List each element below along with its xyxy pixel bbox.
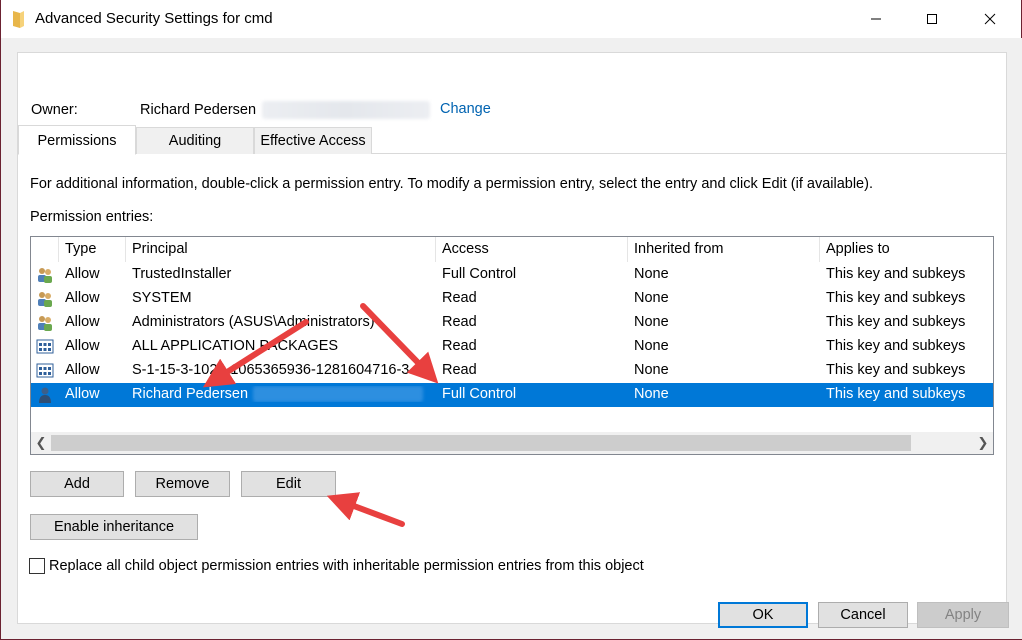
- close-icon: [984, 13, 996, 25]
- security-settings-window: Advanced Security Settings for cmd Owner…: [0, 0, 1022, 640]
- app-package-icon: [36, 363, 54, 378]
- access-cell: Full Control: [442, 386, 517, 402]
- user-icon: [39, 387, 51, 403]
- redacted-email: [253, 386, 424, 403]
- principal-cell: SYSTEM: [132, 290, 192, 306]
- replace-child-permissions-option[interactable]: Replace all child object permission entr…: [29, 558, 644, 574]
- access-cell: Read: [442, 338, 477, 354]
- dialog-content: Owner: Richard Pedersen Change Permissio…: [2, 38, 1022, 639]
- column-header-applies[interactable]: Applies to: [820, 237, 993, 262]
- minimize-button[interactable]: [853, 0, 899, 38]
- table-row[interactable]: Allow S-1-15-3-1024-1065365936-128160471…: [31, 359, 993, 383]
- scrollbar-thumb[interactable]: [51, 435, 911, 451]
- table-row-selected[interactable]: Allow Richard Pedersen Full Control None…: [31, 383, 993, 407]
- column-header-inherited[interactable]: Inherited from: [628, 237, 820, 262]
- applies-cell: This key and subkeys: [826, 362, 966, 378]
- enable-inheritance-button[interactable]: Enable inheritance: [30, 514, 198, 540]
- scroll-right-icon[interactable]: ❯: [974, 434, 992, 452]
- tab-effective-access[interactable]: Effective Access: [254, 127, 372, 154]
- tab-auditing[interactable]: Auditing: [136, 127, 254, 154]
- access-cell: Read: [442, 314, 477, 330]
- column-header-icon: [31, 237, 59, 262]
- table-row[interactable]: Allow SYSTEM Read None This key and subk…: [31, 287, 993, 311]
- minimize-icon: [871, 18, 881, 20]
- column-header-type[interactable]: Type: [59, 237, 126, 262]
- principal-cell: S-1-15-3-1024-1065365936-1281604716-3...: [132, 362, 422, 378]
- inherited-cell: None: [634, 338, 669, 354]
- type-cell: Allow: [65, 266, 100, 282]
- inherited-cell: None: [634, 290, 669, 306]
- inherited-cell: None: [634, 314, 669, 330]
- close-button[interactable]: [967, 0, 1013, 38]
- applies-cell: This key and subkeys: [826, 314, 966, 330]
- access-cell: Read: [442, 362, 477, 378]
- principal-cell: ALL APPLICATION PACKAGES: [132, 338, 339, 354]
- owner-value: Richard Pedersen: [140, 101, 431, 119]
- change-owner-link[interactable]: Change: [440, 101, 491, 117]
- applies-cell: This key and subkeys: [826, 290, 966, 306]
- list-header: Type Principal Access Inherited from App…: [31, 237, 993, 262]
- replace-child-permissions-label[interactable]: Replace all child object permission entr…: [49, 558, 644, 574]
- principal-name: Richard Pedersen: [132, 386, 249, 402]
- table-row[interactable]: Allow TrustedInstaller Full Control None…: [31, 263, 993, 287]
- group-users-icon: [38, 292, 52, 307]
- applies-cell: This key and subkeys: [826, 266, 966, 282]
- ok-button[interactable]: OK: [718, 602, 808, 628]
- redacted-email: [262, 101, 431, 119]
- tab-permissions[interactable]: Permissions: [18, 125, 136, 155]
- table-row[interactable]: Allow ALL APPLICATION PACKAGES Read None…: [31, 335, 993, 359]
- access-cell: Read: [442, 290, 477, 306]
- type-cell: Allow: [65, 362, 100, 378]
- access-cell: Full Control: [442, 266, 517, 282]
- group-users-icon: [38, 316, 52, 331]
- inherited-cell: None: [634, 386, 669, 402]
- type-cell: Allow: [65, 314, 100, 330]
- type-cell: Allow: [65, 386, 100, 402]
- permission-entries-list[interactable]: Type Principal Access Inherited from App…: [30, 236, 994, 455]
- principal-cell: Richard Pedersen: [132, 386, 432, 403]
- scroll-left-icon[interactable]: ❮: [32, 434, 50, 452]
- type-cell: Allow: [65, 290, 100, 306]
- add-button[interactable]: Add: [30, 471, 124, 497]
- replace-child-permissions-checkbox[interactable]: [29, 558, 45, 574]
- maximize-icon: [927, 14, 937, 24]
- remove-button[interactable]: Remove: [135, 471, 230, 497]
- edit-button[interactable]: Edit: [241, 471, 336, 497]
- app-package-icon: [36, 339, 54, 354]
- inherited-cell: None: [634, 362, 669, 378]
- group-users-icon: [38, 268, 52, 283]
- column-header-principal[interactable]: Principal: [126, 237, 436, 262]
- type-cell: Allow: [65, 338, 100, 354]
- applies-cell: This key and subkeys: [826, 386, 966, 402]
- title-bar[interactable]: Advanced Security Settings for cmd: [1, 0, 1021, 38]
- principal-cell: Administrators (ASUS\Administrators): [132, 314, 375, 330]
- apply-button[interactable]: Apply: [917, 602, 1009, 628]
- folder-icon: [13, 11, 24, 28]
- principal-cell: TrustedInstaller: [132, 266, 232, 282]
- window-title: Advanced Security Settings for cmd: [35, 10, 273, 27]
- info-text: For additional information, double-click…: [30, 176, 873, 192]
- horizontal-scrollbar[interactable]: ❮ ❯: [31, 432, 993, 454]
- cancel-button[interactable]: Cancel: [818, 602, 908, 628]
- owner-label: Owner:: [31, 102, 78, 118]
- settings-panel: Owner: Richard Pedersen Change Permissio…: [17, 52, 1007, 624]
- maximize-button[interactable]: [909, 0, 955, 38]
- table-row[interactable]: Allow Administrators (ASUS\Administrator…: [31, 311, 993, 335]
- column-header-access[interactable]: Access: [436, 237, 628, 262]
- applies-cell: This key and subkeys: [826, 338, 966, 354]
- inherited-cell: None: [634, 266, 669, 282]
- owner-name: Richard Pedersen: [140, 101, 257, 118]
- permission-entries-label: Permission entries:: [30, 209, 154, 225]
